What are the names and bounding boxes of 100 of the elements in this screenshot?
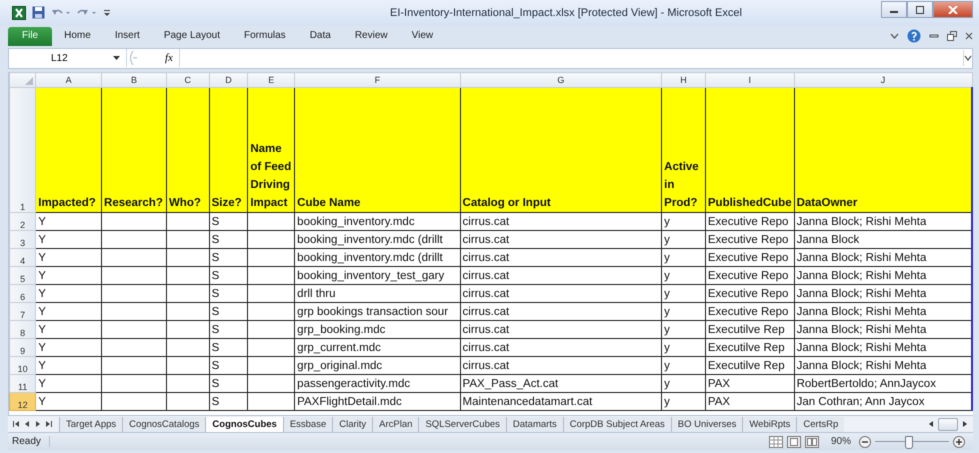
status-text: Ready <box>8 436 50 448</box>
zoom-out-icon[interactable] <box>859 436 871 448</box>
table-cell: Y <box>36 356 102 375</box>
page-layout-view-icon[interactable] <box>786 436 801 448</box>
sheet-tab[interactable]: CorpDB Subject Areas <box>562 416 671 432</box>
ribbon-tab[interactable]: Formulas <box>232 26 298 46</box>
ribbon-tab[interactable]: Review <box>342 26 400 46</box>
column-header[interactable]: F <box>294 72 460 88</box>
sheet-tab[interactable]: SQLServerCubes <box>418 416 506 432</box>
table-cell: Executilve Rep <box>705 356 794 375</box>
table-header-cell: Cube Name <box>294 88 460 213</box>
table-cell: S <box>209 320 248 339</box>
ribbon-tab[interactable]: File <box>8 26 52 46</box>
row-header[interactable]: 5 <box>10 266 36 285</box>
table-cell: Executive Repo <box>705 212 794 231</box>
table-cell: S <box>209 338 248 357</box>
column-header[interactable]: B <box>102 72 166 88</box>
table-cell: S <box>209 374 248 393</box>
column-header[interactable]: G <box>460 72 662 88</box>
table-cell: Janna Block; Rishi Mehta <box>794 248 972 267</box>
column-header[interactable]: C <box>166 72 210 88</box>
table-cell: Y <box>36 248 102 267</box>
restore-icon[interactable] <box>947 30 957 41</box>
customize-caret-icon[interactable] <box>103 8 111 18</box>
table-cell: S <box>209 266 248 285</box>
table-cell: S <box>209 230 248 249</box>
row-header[interactable]: 1 <box>10 88 36 213</box>
minimize-button[interactable] <box>881 1 907 18</box>
last-sheet-icon[interactable] <box>45 420 53 428</box>
table-cell: Y <box>36 212 102 231</box>
ribbon-tab[interactable]: View <box>400 26 446 46</box>
column-header[interactable]: D <box>209 72 248 88</box>
table-cell: S <box>209 356 248 375</box>
row-header[interactable]: 8 <box>10 320 36 339</box>
column-header[interactable]: I <box>705 72 794 88</box>
table-cell: cirrus.cat <box>460 356 662 375</box>
column-header[interactable]: H <box>662 72 706 88</box>
sheet-tab[interactable]: CognosCubes <box>205 416 283 432</box>
column-header[interactable]: J <box>794 72 972 88</box>
close-button[interactable] <box>933 1 973 18</box>
save-icon[interactable] <box>32 6 45 20</box>
scroll-left-icon[interactable] <box>927 420 935 428</box>
zoom-level[interactable]: 90% <box>822 436 855 448</box>
row-header[interactable]: 9 <box>10 338 36 357</box>
sheet-tab[interactable]: CognosCatalogs <box>122 416 206 432</box>
table-header-cell: PublishedCube <box>705 88 794 213</box>
sheet-tab[interactable]: Essbase <box>282 416 332 432</box>
page-break-view-icon[interactable] <box>804 436 819 448</box>
table-cell: y <box>662 266 706 285</box>
table-cell: S <box>209 392 248 411</box>
table-cell: Executive Repo <box>705 302 794 321</box>
table-cell: Y <box>36 320 102 339</box>
sheet-tab[interactable]: Target Apps <box>59 416 122 432</box>
sheet-tab[interactable]: Datamarts <box>506 416 563 432</box>
table-cell: S <box>209 212 248 231</box>
table-cell: Y <box>36 392 102 411</box>
row-header[interactable]: 11 <box>10 374 36 393</box>
normal-view-icon[interactable] <box>768 436 783 448</box>
table-cell: S <box>209 248 248 267</box>
close-icon[interactable] <box>965 30 973 41</box>
ribbon-tab[interactable]: Insert <box>102 26 152 46</box>
table-cell: y <box>662 212 706 231</box>
row-header[interactable]: 2 <box>10 212 36 231</box>
ribbon-tab[interactable]: Home <box>52 26 103 46</box>
column-header[interactable]: E <box>248 72 295 88</box>
maximize-button[interactable] <box>907 1 933 18</box>
scrollbar-thumb[interactable] <box>938 418 958 431</box>
ribbon-tab[interactable]: Data <box>298 26 343 46</box>
table-cell: Executive Repo <box>705 248 794 267</box>
table-cell: Jan Cothran; Ann Jaycox <box>794 392 972 411</box>
table-cell: cirrus.cat <box>460 284 662 303</box>
ribbon-tab[interactable]: Page Layout <box>152 26 232 46</box>
row-header[interactable]: 12 <box>10 392 36 411</box>
sheet-tab[interactable]: CertsRp <box>796 416 844 432</box>
table-cell: cirrus.cat <box>460 320 662 339</box>
window-title: EI-Inventory-International_Impact.xlsx [Protected View] - Microsoft Excel <box>390 7 742 19</box>
row-header[interactable]: 4 <box>10 248 36 267</box>
column-header[interactable]: A <box>36 72 102 88</box>
first-sheet-icon[interactable] <box>12 420 20 428</box>
row-header[interactable]: 6 <box>10 284 36 303</box>
previous-sheet-icon[interactable] <box>23 420 31 428</box>
sheet-tab[interactable]: WebiRpts <box>742 416 796 432</box>
table-cell: Janna Block; Rishi Mehta <box>794 338 972 357</box>
table-cell: RobertBertoldo; AnnJaycox <box>794 374 972 393</box>
scroll-right-icon[interactable] <box>961 420 969 428</box>
table-cell: y <box>662 338 706 357</box>
row-header[interactable]: 10 <box>10 356 36 375</box>
sheet-tab[interactable]: Clarity <box>332 416 372 432</box>
table-cell: y <box>662 392 706 411</box>
sheet-tab[interactable]: ArcPlan <box>372 416 418 432</box>
row-header[interactable]: 7 <box>10 302 36 321</box>
row-header[interactable]: 3 <box>10 230 36 249</box>
table-cell: Janna Block; Rishi Mehta <box>794 356 972 375</box>
next-sheet-icon[interactable] <box>34 420 42 428</box>
zoom-in-icon[interactable] <box>953 436 965 448</box>
ribbon-collapse-icon[interactable] <box>890 32 899 40</box>
help-icon[interactable] <box>907 28 921 43</box>
sheet-tab[interactable]: BO Universes <box>670 416 742 432</box>
table-header-cell: Active in Prod? <box>662 88 706 213</box>
table-cell: Janna Block; Rishi Mehta <box>794 302 972 321</box>
